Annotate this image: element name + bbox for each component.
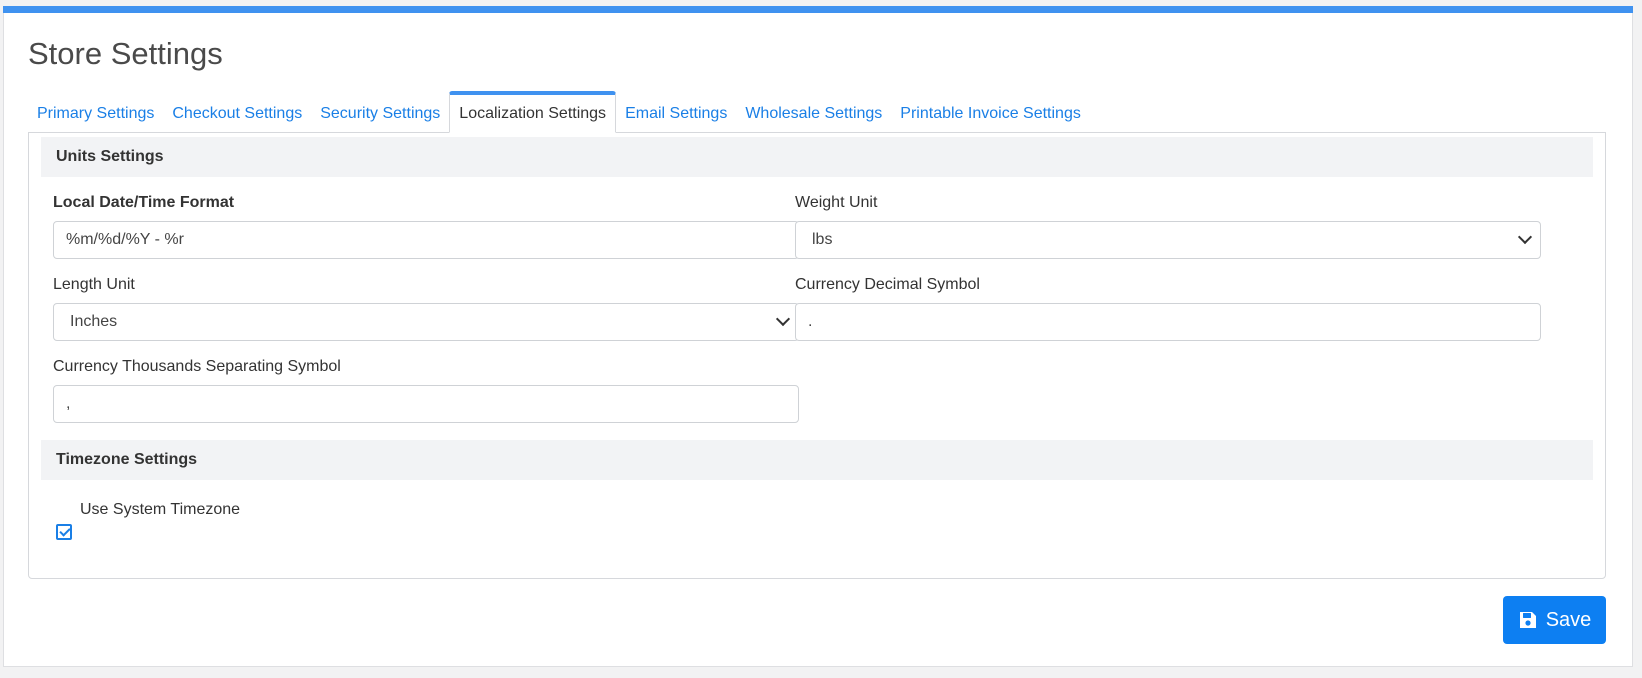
length-unit-label: Length Unit: [53, 276, 135, 293]
thousands-symbol-input[interactable]: ,: [53, 385, 799, 423]
date-format-label: Local Date/Time Format: [53, 194, 235, 211]
weight-unit-value: lbs: [812, 231, 833, 248]
tab-wholesale-settings[interactable]: Wholesale Settings: [736, 91, 891, 133]
tab-security-settings[interactable]: Security Settings: [311, 91, 449, 133]
checkmark-icon: [59, 525, 71, 537]
save-button[interactable]: Save: [1503, 596, 1606, 644]
thousands-symbol-label: Currency Thousands Separating Symbol: [53, 358, 341, 375]
accent-top-bar: [3, 6, 1633, 13]
decimal-symbol-input[interactable]: .: [795, 303, 1541, 341]
tab-localization-settings[interactable]: Localization Settings: [449, 91, 617, 133]
timezone-settings-header: Timezone Settings: [41, 440, 1593, 480]
weight-unit-label: Weight Unit: [795, 194, 878, 211]
chevron-down-icon: [775, 311, 791, 327]
chevron-down-icon: [1517, 229, 1533, 245]
tab-primary-settings[interactable]: Primary Settings: [28, 91, 163, 133]
floppy-disk-icon: [1519, 612, 1536, 628]
units-settings-header: Units Settings: [41, 137, 1593, 177]
thousands-symbol-value: ,: [66, 395, 71, 412]
save-button-label: Save: [1545, 608, 1592, 631]
date-format-input[interactable]: %m/%d/%Y - %r: [53, 221, 799, 259]
use-system-timezone-checkbox[interactable]: [56, 524, 72, 540]
date-format-value: %m/%d/%Y - %r: [66, 231, 184, 248]
settings-tabs: Primary Settings Checkout Settings Secur…: [28, 91, 1090, 133]
length-unit-value: Inches: [70, 313, 118, 330]
decimal-symbol-value: .: [808, 313, 813, 330]
tab-printable-invoice-settings[interactable]: Printable Invoice Settings: [891, 91, 1090, 133]
tab-checkout-settings[interactable]: Checkout Settings: [163, 91, 311, 133]
localization-panel: Units Settings Local Date/Time Format %m…: [28, 132, 1606, 579]
page-title: Store Settings: [28, 36, 223, 71]
weight-unit-select[interactable]: lbs: [795, 221, 1541, 259]
use-system-timezone-label[interactable]: Use System Timezone: [80, 501, 240, 519]
length-unit-select[interactable]: Inches: [53, 303, 799, 341]
tab-email-settings[interactable]: Email Settings: [616, 91, 736, 133]
decimal-symbol-label: Currency Decimal Symbol: [795, 276, 980, 293]
